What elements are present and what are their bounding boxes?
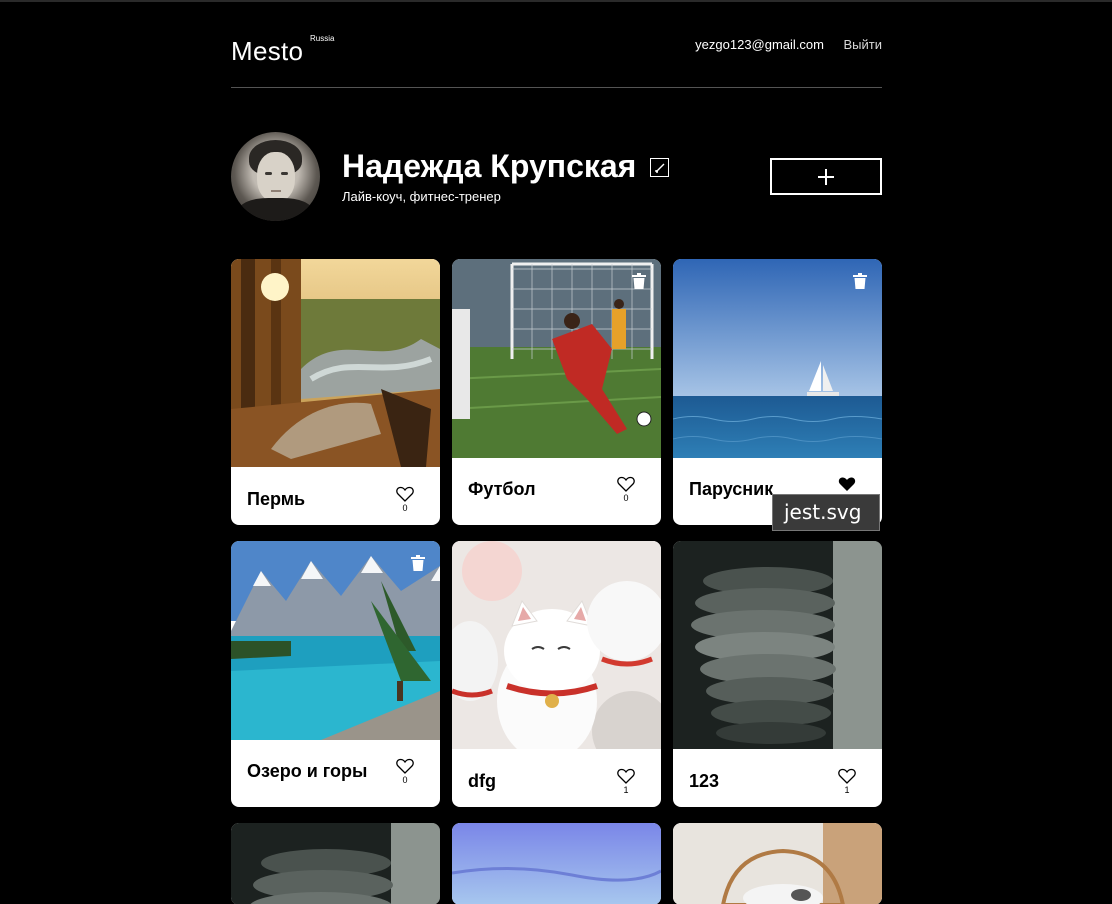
heart-outline-icon[interactable]	[838, 767, 856, 785]
trash-icon[interactable]	[853, 273, 867, 289]
heart-filled-icon[interactable]	[838, 475, 856, 493]
card	[673, 823, 882, 904]
edit-profile-button[interactable]	[650, 158, 669, 177]
card	[452, 823, 661, 904]
card-title: Футбол	[468, 479, 536, 499]
like-count: 1	[623, 785, 629, 795]
filename-tooltip: jest.svg	[772, 494, 880, 531]
card-title: 123	[689, 771, 720, 791]
card-title: Пермь	[247, 489, 306, 509]
card-title: Парусник	[689, 479, 774, 499]
window-top-edge	[0, 0, 1112, 2]
pencil-icon	[655, 163, 665, 173]
profile: Надежда Крупская Лайв-коуч, фитнес-трене…	[231, 132, 882, 222]
profile-name: Надежда Крупская	[342, 148, 637, 184]
add-card-button[interactable]	[770, 158, 882, 195]
card-image[interactable]	[231, 823, 440, 904]
card: Парусник	[673, 259, 882, 525]
heart-outline-icon[interactable]	[396, 757, 414, 775]
like-count: 0	[623, 493, 629, 503]
card-image[interactable]	[231, 541, 440, 740]
user-email: yezgo123@gmail.com	[695, 37, 824, 52]
card-image[interactable]	[452, 541, 661, 771]
like-count: 0	[402, 775, 408, 785]
card-image[interactable]	[673, 541, 882, 749]
page-header: Mesto Russia yezgo123@gmail.com Выйти	[231, 30, 882, 88]
card: Озеро и горы 0	[231, 541, 440, 807]
trash-icon[interactable]	[411, 555, 425, 571]
trash-icon[interactable]	[632, 273, 646, 289]
heart-outline-icon[interactable]	[396, 485, 414, 503]
card: dfg 1	[452, 541, 661, 807]
card-image[interactable]	[452, 823, 661, 904]
logo-region-label: Russia	[310, 34, 335, 43]
card-image[interactable]	[673, 259, 882, 458]
like-count: 1	[844, 785, 850, 795]
like-count: 0	[402, 503, 408, 513]
card-image[interactable]	[231, 259, 440, 467]
plus-icon	[818, 169, 834, 185]
card-image[interactable]	[673, 823, 882, 904]
card-title: dfg	[468, 771, 496, 791]
profile-about: Лайв-коуч, фитнес-тренер	[342, 189, 501, 204]
logo[interactable]: Mesto	[231, 36, 303, 67]
card: 123 1	[673, 541, 882, 807]
card: Пермь 0	[231, 259, 440, 525]
card: Футбол 0	[452, 259, 661, 525]
card-title: Озеро и горы	[247, 761, 368, 781]
avatar[interactable]	[231, 132, 320, 221]
heart-outline-icon[interactable]	[617, 767, 635, 785]
logout-link[interactable]: Выйти	[844, 37, 883, 52]
card-image[interactable]	[452, 259, 661, 458]
card	[231, 823, 440, 904]
heart-outline-icon[interactable]	[617, 475, 635, 493]
